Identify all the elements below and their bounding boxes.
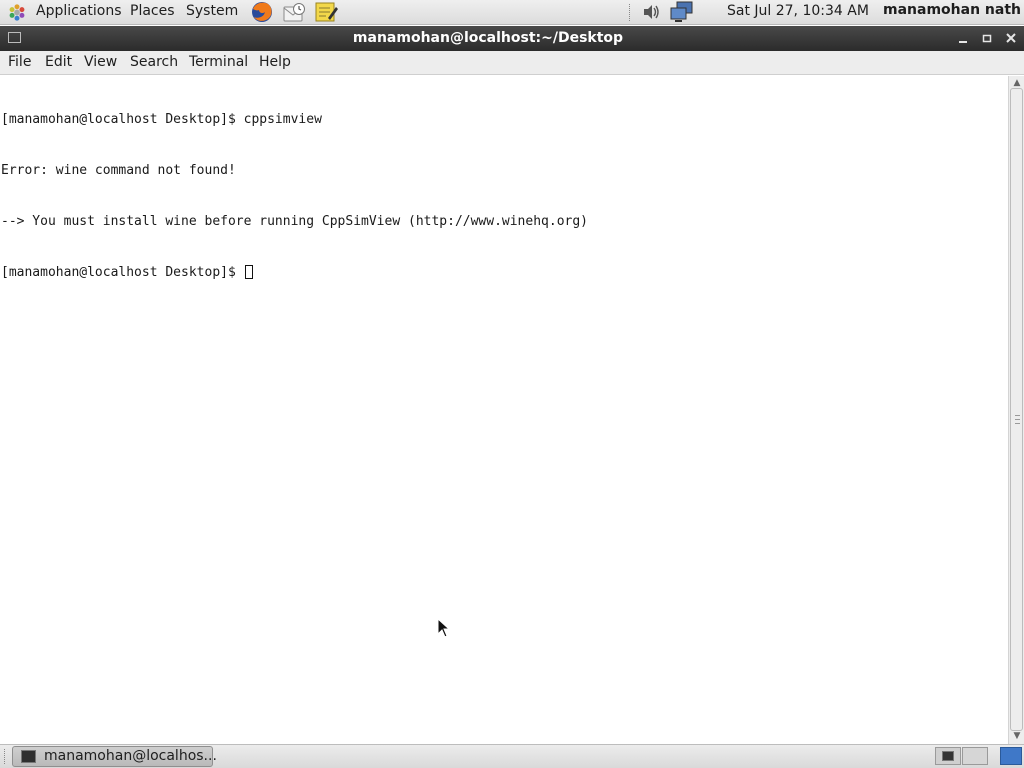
file-menu[interactable]: File: [8, 54, 31, 70]
help-menu[interactable]: Help: [259, 54, 291, 70]
scrollbar-thumb[interactable]: [1010, 88, 1023, 731]
system-menu[interactable]: System: [186, 3, 238, 19]
terminal-line: [manamohan@localhost Desktop]$ cppsimvie…: [1, 112, 322, 127]
scroll-down-icon[interactable]: ▼: [1011, 730, 1023, 742]
window-title: manamohan@localhost:~/Desktop: [352, 30, 624, 46]
search-menu[interactable]: Search: [130, 54, 178, 70]
network-icon[interactable]: [670, 1, 694, 23]
distro-logo-icon[interactable]: [7, 3, 27, 22]
terminal-line: Error: wine command not found!: [1, 163, 236, 178]
workspace-2[interactable]: [962, 747, 988, 765]
terminal-menubar: File Edit View Search Terminal Help: [0, 51, 1024, 75]
panel-separator: [629, 4, 632, 21]
taskbar-terminal-button[interactable]: manamohan@localhos...: [12, 746, 217, 767]
applications-menu[interactable]: Applications: [36, 3, 122, 19]
edit-menu[interactable]: Edit: [45, 54, 72, 70]
terminal-prompt-line[interactable]: [manamohan@localhost Desktop]$: [1, 264, 588, 281]
text-cursor: [244, 265, 253, 279]
mouse-pointer-icon: [437, 618, 451, 638]
workspace-1[interactable]: [935, 747, 961, 765]
window-titlebar[interactable]: manamohan@localhost:~/Desktop: [0, 26, 1024, 51]
maximize-icon[interactable]: [979, 29, 995, 47]
terminal-line: --> You must install wine before running…: [1, 214, 588, 229]
top-panel: Applications Places System Sat Jul 27, 1…: [0, 0, 1024, 25]
panel-handle[interactable]: [4, 749, 7, 764]
taskbar-label: manamohan@localhos...: [44, 748, 217, 764]
minimize-icon[interactable]: [955, 29, 971, 47]
vertical-scrollbar[interactable]: ▲ ▼: [1008, 76, 1024, 744]
workspace-window-icon: [942, 751, 954, 761]
mail-client-icon[interactable]: [282, 1, 306, 23]
terminal-prompt: [manamohan@localhost Desktop]$: [1, 265, 244, 280]
places-menu[interactable]: Places: [130, 3, 175, 19]
grip-icon: [1015, 415, 1020, 424]
terminal-task-icon: [21, 750, 36, 763]
view-menu[interactable]: View: [84, 54, 117, 70]
volume-icon[interactable]: [641, 1, 661, 23]
terminal-menu[interactable]: Terminal: [189, 54, 248, 70]
close-icon[interactable]: [1003, 29, 1019, 47]
terminal-output[interactable]: [manamohan@localhost Desktop]$ cppsimvie…: [0, 76, 1008, 744]
bottom-panel: manamohan@localhos...: [0, 744, 1024, 768]
trash-icon[interactable]: [1000, 747, 1022, 765]
user-menu[interactable]: manamohan nath: [883, 2, 1021, 18]
firefox-icon[interactable]: [250, 1, 274, 23]
text-editor-icon[interactable]: [314, 1, 338, 23]
clock[interactable]: Sat Jul 27, 10:34 AM: [727, 3, 869, 19]
